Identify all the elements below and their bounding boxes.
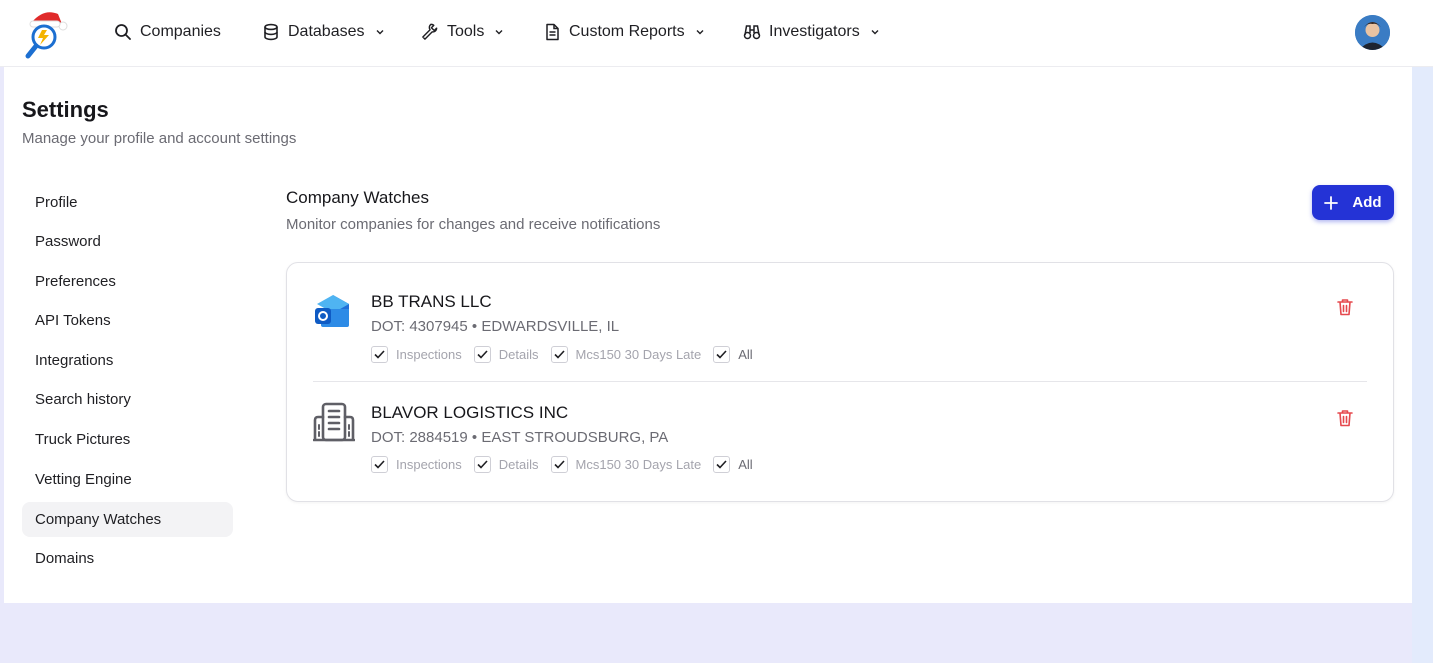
- page-title: Settings: [22, 97, 109, 122]
- delete-watch-button[interactable]: [1337, 409, 1355, 429]
- outlook-icon: [313, 291, 357, 335]
- nav-companies[interactable]: Companies: [114, 20, 221, 44]
- checkbox-box[interactable]: [371, 456, 388, 473]
- delete-watch-button[interactable]: [1337, 298, 1355, 318]
- checkbox-label: Inspections: [396, 347, 462, 362]
- notification-options: Inspections Details Mcs150 30 Days Late …: [371, 456, 753, 473]
- sidebar-item-integrations[interactable]: Integrations: [22, 343, 233, 378]
- check-icon: [716, 460, 727, 469]
- list-item: BB TRANS LLC DOT: 4307945 • EDWARDSVILLE…: [287, 263, 1393, 373]
- check-icon: [477, 460, 488, 469]
- section-title: Company Watches: [286, 188, 429, 207]
- checkbox-label: Inspections: [396, 457, 462, 472]
- inspections-checkbox[interactable]: Inspections: [371, 456, 462, 473]
- settings-panel: Settings Manage your profile and account…: [4, 67, 1412, 603]
- company-meta: DOT: 4307945 • EDWARDSVILLE, IL: [371, 318, 620, 335]
- checkbox-box[interactable]: [473, 346, 491, 363]
- checkbox-label: All: [738, 347, 753, 362]
- database-icon: [264, 23, 278, 41]
- nav-custom-reports-label: Custom Reports: [569, 23, 685, 40]
- add-watch-button[interactable]: Add: [1312, 185, 1394, 220]
- checkbox-label: All: [738, 457, 753, 472]
- page-gutter: [1412, 67, 1433, 663]
- sidebar-item-profile[interactable]: Profile: [22, 185, 233, 220]
- nav-tools-label: Tools: [447, 23, 485, 40]
- nav-investigators-label: Investigators: [769, 23, 860, 40]
- search-icon: [115, 24, 131, 40]
- document-icon: [546, 23, 559, 41]
- checkbox-label: Mcs150 30 Days Late: [575, 457, 702, 472]
- sidebar-item-label: Domains: [35, 550, 95, 567]
- app-logo[interactable]: [22, 6, 68, 60]
- details-checkbox[interactable]: Details: [473, 456, 539, 473]
- binoculars-icon: [743, 25, 761, 40]
- sidebar-item-label: Vetting Engine: [35, 471, 132, 488]
- top-navbar: Companies Databases Tools Custom Reports…: [0, 0, 1433, 67]
- sidebar-item-vetting-engine[interactable]: Vetting Engine: [22, 462, 233, 497]
- checkbox-box[interactable]: [550, 456, 568, 473]
- nav-tools[interactable]: Tools: [421, 20, 504, 44]
- nav-custom-reports[interactable]: Custom Reports: [543, 20, 705, 44]
- sidebar-item-label: Profile: [35, 194, 78, 211]
- building-icon: [312, 401, 357, 445]
- page-subtitle: Manage your profile and account settings: [22, 130, 297, 147]
- plus-icon: [1324, 195, 1339, 210]
- inspections-checkbox[interactable]: Inspections: [371, 346, 462, 363]
- nav-investigators[interactable]: Investigators: [743, 20, 880, 44]
- sidebar-item-label: Truck Pictures: [35, 431, 131, 448]
- check-icon: [553, 460, 565, 469]
- checkbox-box[interactable]: [713, 346, 731, 363]
- checkbox-box[interactable]: [550, 346, 568, 363]
- sidebar-item-label: Integrations: [35, 352, 114, 369]
- list-item: BLAVOR LOGISTICS INC DOT: 2884519 • EAST…: [287, 374, 1393, 484]
- sidebar-item-label: API Tokens: [35, 312, 111, 329]
- sidebar-item-domains[interactable]: Domains: [22, 541, 233, 576]
- checkbox-label: Details: [498, 457, 539, 472]
- sidebar-item-password[interactable]: Password: [22, 224, 233, 259]
- mcs150-checkbox[interactable]: Mcs150 30 Days Late: [550, 456, 702, 473]
- wrench-icon: [422, 23, 438, 40]
- check-icon: [374, 350, 385, 359]
- checkbox-label: Details: [498, 347, 539, 362]
- nav-databases[interactable]: Databases: [262, 20, 385, 44]
- nav-databases-label: Databases: [288, 23, 365, 40]
- company-meta: DOT: 2884519 • EAST STROUDSBURG, PA: [371, 429, 669, 446]
- sidebar-item-preferences[interactable]: Preferences: [22, 264, 233, 299]
- check-icon: [553, 350, 565, 359]
- sidebar-item-label: Company Watches: [35, 511, 162, 528]
- checkbox-box[interactable]: [371, 346, 388, 363]
- chevron-down-icon: [495, 30, 503, 35]
- trash-icon: [1337, 299, 1353, 316]
- notification-options: Inspections Details Mcs150 30 Days Late …: [371, 346, 753, 363]
- sidebar-item-label: Preferences: [35, 273, 116, 290]
- user-avatar[interactable]: [1355, 15, 1390, 50]
- check-icon: [477, 350, 488, 359]
- check-icon: [374, 460, 385, 469]
- check-icon: [716, 350, 727, 359]
- mcs150-checkbox[interactable]: Mcs150 30 Days Late: [550, 346, 702, 363]
- chevron-down-icon: [376, 30, 383, 35]
- checkbox-label: Mcs150 30 Days Late: [575, 347, 702, 362]
- all-checkbox[interactable]: All: [713, 456, 753, 473]
- sidebar-item-search-history[interactable]: Search history: [22, 382, 233, 417]
- details-checkbox[interactable]: Details: [473, 346, 539, 363]
- sidebar-item-label: Password: [35, 233, 101, 250]
- watches-card: BB TRANS LLC DOT: 4307945 • EDWARDSVILLE…: [286, 262, 1394, 502]
- company-name: BLAVOR LOGISTICS INC: [371, 403, 569, 422]
- chevron-down-icon: [871, 30, 879, 35]
- company-name: BB TRANS LLC: [371, 292, 492, 311]
- sidebar-item-api-tokens[interactable]: API Tokens: [22, 303, 233, 338]
- nav-companies-label: Companies: [140, 23, 221, 40]
- checkbox-box[interactable]: [473, 456, 491, 473]
- sidebar-item-truck-pictures[interactable]: Truck Pictures: [22, 422, 233, 457]
- trash-icon: [1337, 410, 1353, 427]
- add-button-label: Add: [1352, 194, 1382, 211]
- sidebar-item-company-watches[interactable]: Company Watches: [22, 502, 233, 537]
- all-checkbox[interactable]: All: [713, 346, 753, 363]
- sidebar-item-label: Search history: [35, 391, 131, 408]
- chevron-down-icon: [696, 30, 704, 35]
- section-subtitle: Monitor companies for changes and receiv…: [286, 216, 661, 233]
- checkbox-box[interactable]: [713, 456, 731, 473]
